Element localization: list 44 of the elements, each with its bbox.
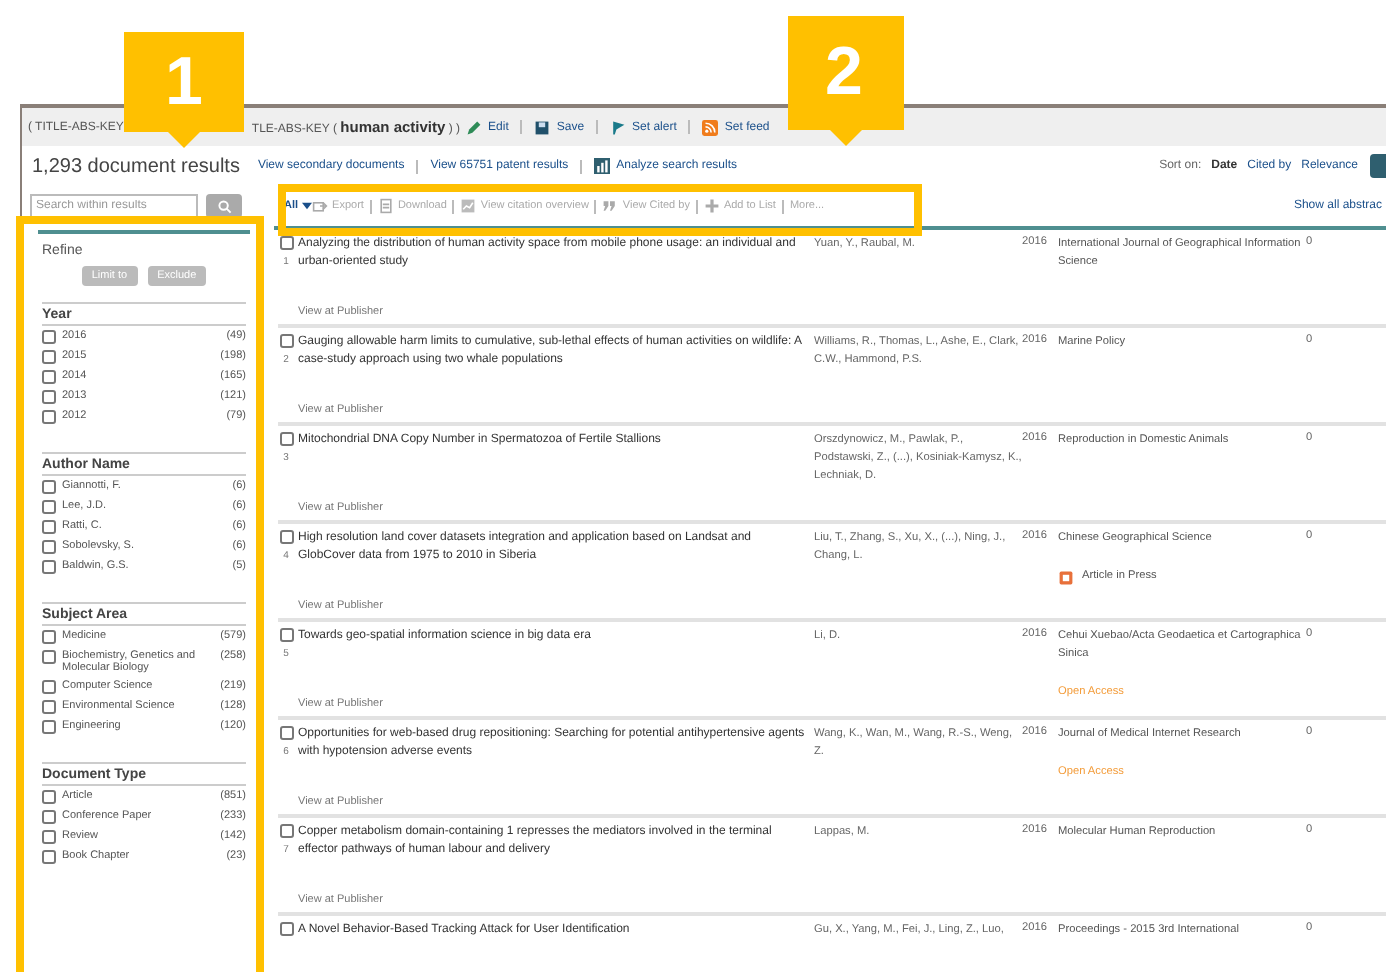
checkbox[interactable] [42,390,56,404]
checkbox[interactable] [42,700,56,714]
rss-icon [702,119,719,135]
checkbox[interactable] [279,824,293,838]
checkbox[interactable] [42,410,56,424]
checkbox[interactable] [42,830,56,844]
sort-toggle-button[interactable] [1370,154,1386,178]
checkbox[interactable] [42,650,56,664]
callout-marker: 1 [124,32,244,148]
checkbox[interactable] [279,432,293,446]
checkbox[interactable] [42,720,56,734]
checkbox[interactable] [42,370,56,384]
checkbox[interactable] [42,500,56,514]
checkbox[interactable] [42,680,56,694]
checkbox[interactable] [279,628,293,642]
search-icon [217,199,231,213]
pencil-icon [466,119,483,135]
result-count: 1,293 document results [32,155,240,177]
bar-chart-icon [594,158,611,174]
checkbox[interactable] [42,560,56,574]
save-icon [534,119,551,135]
document-icon [377,198,394,214]
checkbox[interactable] [42,630,56,644]
document-icon [1058,569,1074,585]
checkbox[interactable] [42,810,56,824]
callout-marker: 2 [788,16,904,146]
checkbox[interactable] [42,790,56,804]
checkbox[interactable] [279,236,293,250]
quote-icon [602,198,619,214]
checkbox[interactable] [42,330,56,344]
plus-icon [703,198,720,214]
search-button[interactable] [206,194,242,218]
checkbox[interactable] [279,922,293,936]
checkbox[interactable] [42,520,56,534]
checkbox[interactable] [42,350,56,364]
export-icon [312,198,329,214]
checkbox[interactable] [42,540,56,554]
flag-icon [610,119,627,135]
checkbox[interactable] [42,850,56,864]
checkbox[interactable] [42,480,56,494]
checkbox[interactable] [279,530,293,544]
chart-icon [460,198,477,214]
checkbox[interactable] [279,726,293,740]
checkbox[interactable] [279,334,293,348]
